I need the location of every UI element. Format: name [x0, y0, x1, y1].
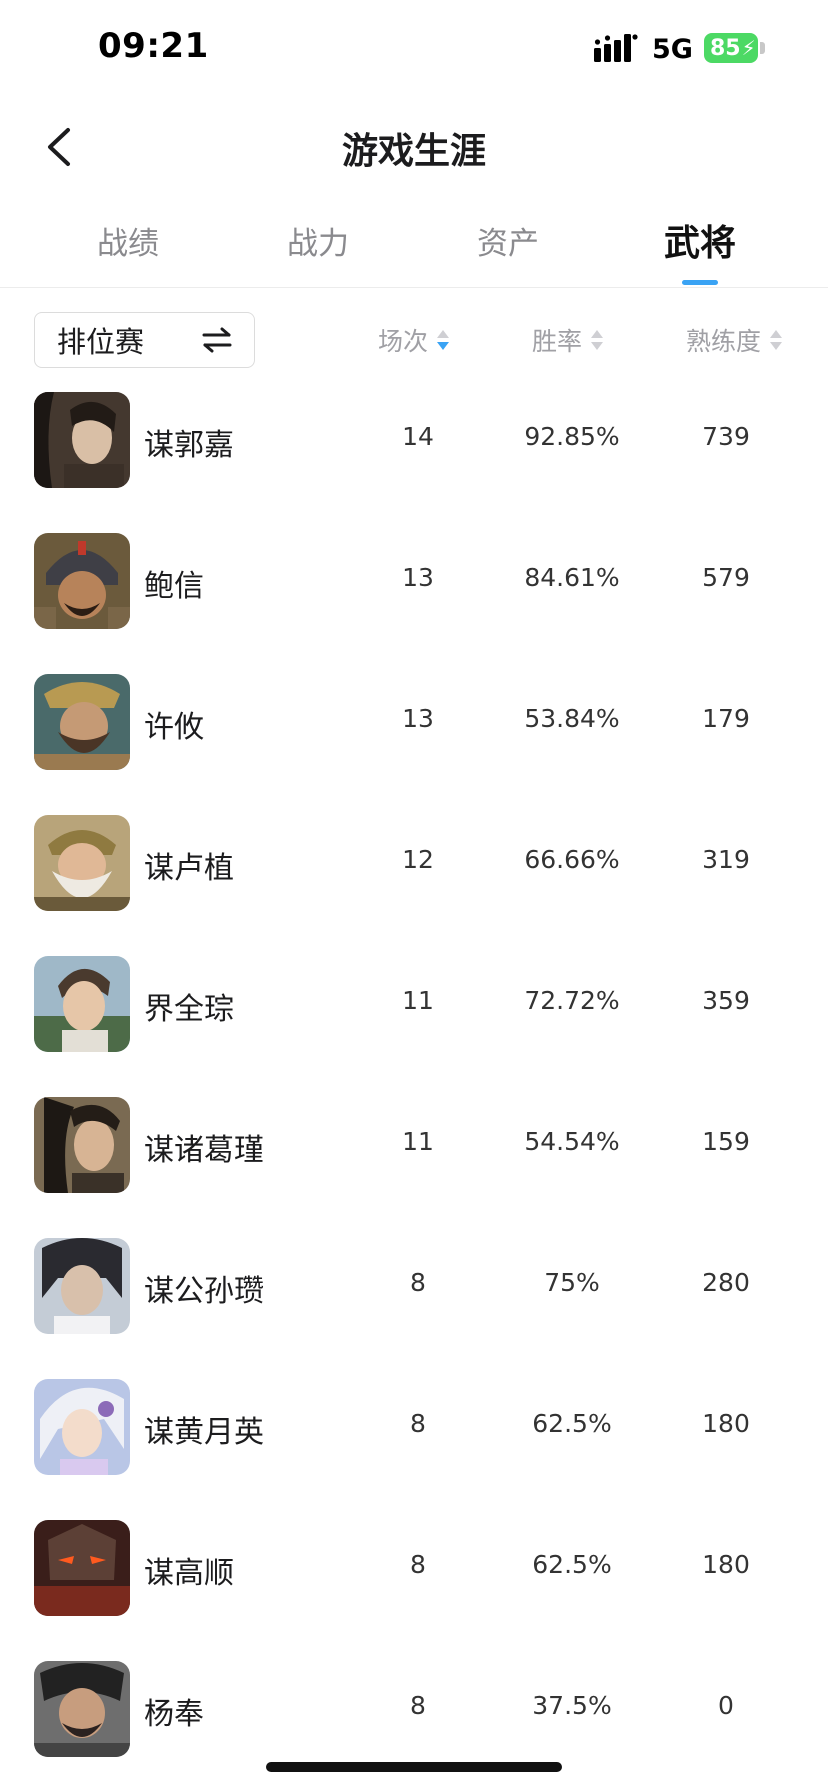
proficiency-value: 280 [702, 1268, 750, 1297]
general-name: 谋诸葛瑾 [144, 1133, 264, 1168]
winrate-value: 72.72% [524, 986, 620, 1015]
winrate-value: 53.84% [524, 704, 620, 733]
proficiency-value: 180 [702, 1409, 750, 1438]
sort-matches-header[interactable]: 场次 [378, 322, 450, 358]
proficiency-value: 359 [702, 986, 750, 1015]
status-bar: 09:21 5G 85 ⚡ [0, 0, 828, 100]
matches-value: 8 [410, 1268, 426, 1297]
matches-value: 13 [402, 563, 434, 592]
sort-winrate-header[interactable]: 胜率 [532, 322, 604, 358]
matches-header-label: 场次 [378, 327, 429, 356]
proficiency-value: 739 [702, 422, 750, 451]
mode-selector[interactable]: 排位赛 [34, 312, 255, 368]
active-tab-indicator [682, 280, 718, 285]
general-avatar [34, 1520, 130, 1616]
general-avatar [34, 1379, 130, 1475]
sort-icon [770, 330, 783, 350]
tab-record[interactable]: 战绩 [48, 218, 208, 263]
winrate-value: 62.5% [532, 1409, 612, 1438]
list-item[interactable]: 谋诸葛瑾 11 54.54% 159 [0, 1095, 828, 1195]
proficiency-value: 179 [702, 704, 750, 733]
tab-bar: 战绩 战力 资产 武将 [0, 200, 828, 288]
winrate-value: 75% [544, 1268, 600, 1297]
sort-icon [591, 330, 604, 350]
list-item[interactable]: 鲍信 13 84.61% 579 [0, 531, 828, 631]
tab-generals[interactable]: 武将 [620, 214, 780, 266]
general-avatar [34, 1097, 130, 1193]
general-avatar [34, 533, 130, 629]
general-avatar [34, 1661, 130, 1757]
general-name: 许攸 [144, 710, 204, 745]
sort-proficiency-header[interactable]: 熟练度 [686, 322, 783, 358]
list-item[interactable]: 谋高顺 8 62.5% 180 [0, 1518, 828, 1618]
matches-value: 14 [402, 422, 434, 451]
winrate-value: 66.66% [524, 845, 620, 874]
signal-icon [594, 34, 638, 62]
winrate-value: 37.5% [532, 1691, 612, 1720]
general-avatar [34, 674, 130, 770]
list-item[interactable]: 谋郭嘉 14 92.85% 739 [0, 390, 828, 490]
matches-value: 8 [410, 1409, 426, 1438]
battery-cap [760, 42, 765, 54]
sort-desc-icon [437, 330, 450, 350]
nav-header: 游戏生涯 [0, 100, 828, 190]
general-name: 谋郭嘉 [144, 428, 234, 463]
mode-selector-label: 排位赛 [57, 325, 145, 359]
matches-value: 8 [410, 1550, 426, 1579]
proficiency-value: 0 [718, 1691, 734, 1720]
general-avatar [34, 815, 130, 911]
general-name: 鲍信 [144, 569, 204, 604]
general-name: 谋卢植 [144, 851, 234, 886]
general-avatar [34, 392, 130, 488]
list-item[interactable]: 谋卢植 12 66.66% 319 [0, 813, 828, 913]
general-name: 谋黄月英 [144, 1415, 264, 1450]
proficiency-value: 159 [702, 1127, 750, 1156]
battery-level: 85 [710, 35, 741, 61]
filter-row: 排位赛 场次 胜率 熟练度 [0, 310, 828, 370]
swap-arrows-icon [202, 327, 232, 353]
charging-bolt-icon: ⚡ [741, 36, 756, 60]
list-item[interactable]: 许攸 13 53.84% 179 [0, 672, 828, 772]
general-avatar [34, 956, 130, 1052]
matches-value: 12 [402, 845, 434, 874]
matches-value: 11 [402, 1127, 434, 1156]
list-item[interactable]: 谋公孙瓒 8 75% 280 [0, 1236, 828, 1336]
proficiency-value: 319 [702, 845, 750, 874]
proficiency-header-label: 熟练度 [686, 327, 762, 356]
winrate-value: 92.85% [524, 422, 620, 451]
general-name: 界全琮 [144, 992, 234, 1027]
winrate-value: 54.54% [524, 1127, 620, 1156]
tab-power[interactable]: 战力 [238, 218, 398, 263]
battery-icon: 85 ⚡ [704, 33, 758, 63]
general-name: 谋高顺 [144, 1556, 234, 1591]
matches-value: 11 [402, 986, 434, 1015]
status-time: 09:21 [98, 26, 209, 66]
matches-value: 8 [410, 1691, 426, 1720]
general-avatar [34, 1238, 130, 1334]
winrate-header-label: 胜率 [532, 327, 583, 356]
tab-assets[interactable]: 资产 [428, 218, 588, 263]
network-type: 5G [652, 34, 693, 65]
home-indicator[interactable] [266, 1762, 562, 1772]
page-title: 游戏生涯 [341, 131, 486, 172]
winrate-value: 84.61% [524, 563, 620, 592]
winrate-value: 62.5% [532, 1550, 612, 1579]
proficiency-value: 579 [702, 563, 750, 592]
matches-value: 13 [402, 704, 434, 733]
list-item[interactable]: 杨奉 8 37.5% 0 [0, 1659, 828, 1759]
general-name: 谋公孙瓒 [144, 1274, 264, 1309]
general-name: 杨奉 [144, 1697, 204, 1732]
proficiency-value: 180 [702, 1550, 750, 1579]
list-item[interactable]: 谋黄月英 8 62.5% 180 [0, 1377, 828, 1477]
list-item[interactable]: 界全琮 11 72.72% 359 [0, 954, 828, 1054]
